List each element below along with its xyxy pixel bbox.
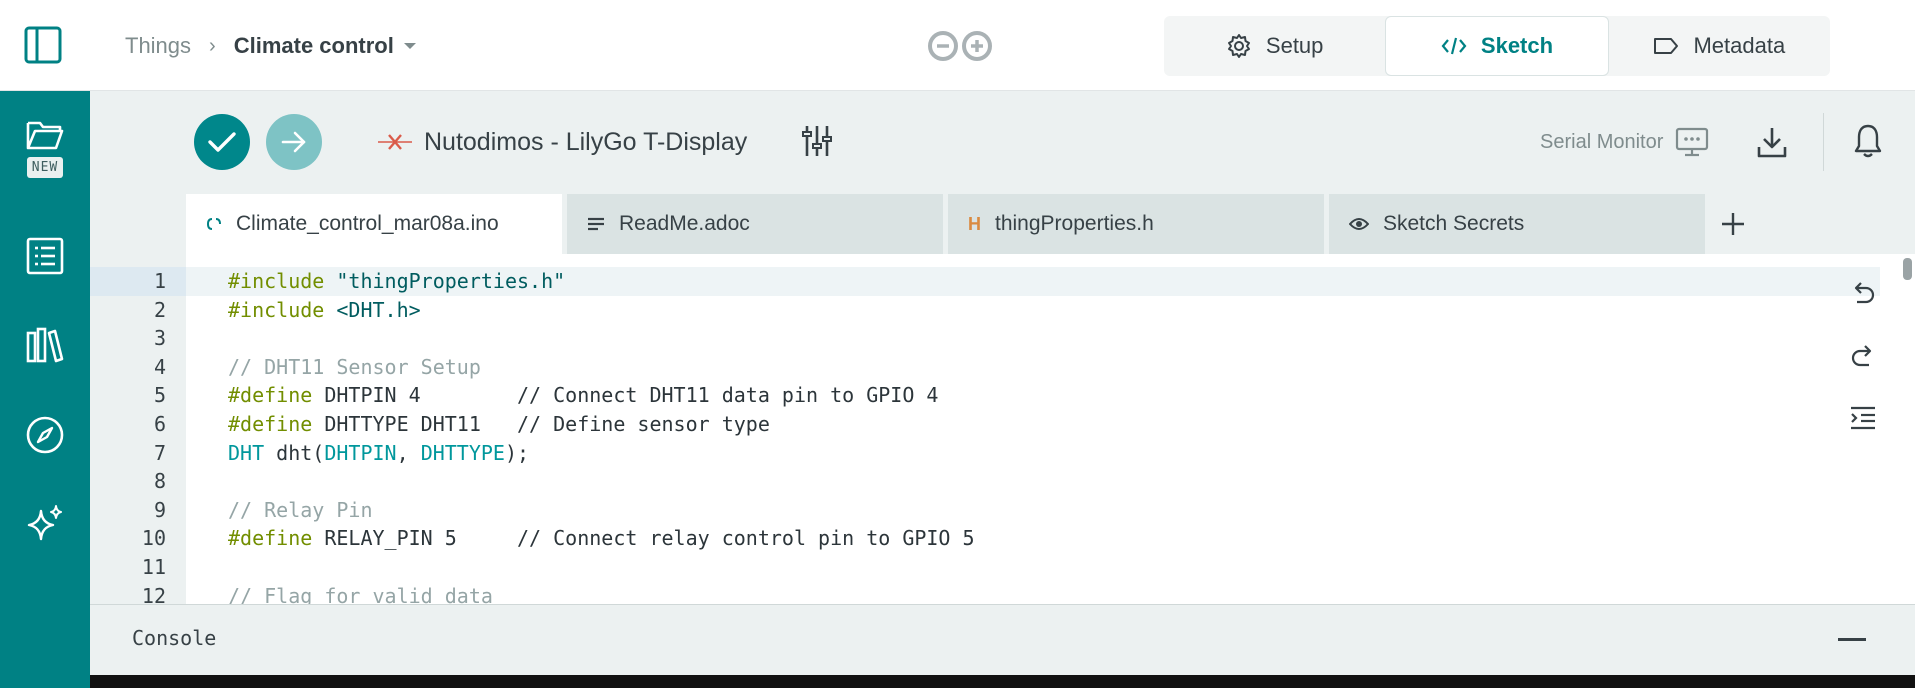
checkmark-icon (208, 132, 236, 152)
code-editor[interactable]: 1 #include "thingProperties.h" 2 #include … (90, 254, 1915, 604)
file-tab-ino-label: Climate_control_mar08a.ino (236, 212, 499, 235)
folder-icon (26, 121, 64, 150)
code-line[interactable]: 10 #define RELAY_PIN 5 // Connect relay c… (90, 524, 1880, 553)
console-output-strip (90, 675, 1915, 688)
device-disconnected-icon (378, 134, 412, 150)
device-selector[interactable]: Nutodimos - LilyGo T-Display (378, 125, 747, 159)
sidebar-toggle-icon[interactable] (24, 26, 62, 64)
line-number: 4 (153, 354, 166, 379)
line-number: 3 (153, 326, 166, 351)
file-tab-secrets-label: Sketch Secrets (1383, 212, 1525, 235)
header-file-icon: H (968, 213, 981, 234)
text-lines-icon (588, 217, 604, 231)
code-line[interactable]: 6 #define DHTTYPE DHT11 // Define sensor … (90, 410, 1880, 439)
device-name: Nutodimos - LilyGo T-Display (424, 127, 748, 156)
code-line[interactable]: 8 (90, 467, 1880, 496)
tab-setup[interactable]: Setup (1164, 16, 1385, 76)
serial-monitor-label: Serial Monitor (1540, 130, 1664, 153)
editor-scrollbar[interactable] (1900, 254, 1915, 604)
line-number: 8 (153, 469, 166, 494)
console-panel: Console (90, 604, 1915, 675)
line-number: 10 (141, 526, 166, 551)
tag-icon (1654, 38, 1679, 54)
line-number: 2 (153, 297, 166, 322)
library-icon (26, 327, 64, 363)
file-tab-readme[interactable]: ReadMe.adoc (567, 194, 943, 254)
line-number: 5 (153, 383, 166, 408)
console-title: Console (132, 626, 217, 650)
editor-tools (1845, 279, 1881, 468)
undo-icon[interactable] (1845, 279, 1881, 342)
breadcrumb: Things › Climate control (125, 30, 416, 62)
file-tabs: Climate_control_mar08a.ino ReadMe.adoc H… (186, 194, 1710, 254)
rail-sketchbook[interactable]: NEW (0, 119, 90, 178)
breadcrumb-current-thing[interactable]: Climate control (234, 33, 394, 59)
breadcrumb-separator: › (209, 34, 216, 57)
rail-libraries[interactable] (0, 327, 90, 363)
chevron-down-icon[interactable] (403, 43, 416, 49)
top-bar: Things › Climate control Setup Sketch Me… (0, 0, 1915, 91)
line-number: 1 (153, 269, 166, 293)
upload-button[interactable] (266, 114, 322, 170)
scrollbar-thumb[interactable] (1903, 258, 1912, 280)
line-number: 12 (141, 583, 166, 604)
mode-tabs: Setup Sketch Metadata (1164, 16, 1830, 76)
rail-ai-assistant[interactable] (0, 503, 90, 543)
line-number: 11 (141, 554, 166, 579)
tab-sketch[interactable]: Sketch (1385, 16, 1609, 76)
gear-icon (1227, 34, 1250, 58)
line-number: 9 (153, 497, 166, 522)
breadcrumb-things-link[interactable]: Things (125, 33, 191, 59)
code-line[interactable]: 1 #include "thingProperties.h" (90, 267, 1880, 296)
sliders-icon[interactable] (802, 124, 832, 163)
rail-examples[interactable] (0, 237, 90, 275)
tab-setup-label: Setup (1265, 33, 1324, 58)
line-number: 7 (153, 440, 166, 465)
eye-icon (1349, 218, 1369, 230)
indent-icon[interactable] (1845, 405, 1881, 468)
tab-metadata-label: Metadata (1693, 33, 1786, 58)
code-line[interactable]: 5 #define DHTPIN 4 // Connect DHT11 data … (90, 381, 1880, 410)
compass-icon (26, 416, 64, 454)
minimize-icon[interactable] (1838, 638, 1866, 641)
code-line[interactable]: 7 DHT dht(DHTPIN, DHTTYPE); (90, 439, 1880, 468)
arduino-logo-icon (925, 30, 995, 62)
list-icon (26, 237, 64, 275)
add-tab-plus-icon[interactable] (1718, 209, 1748, 239)
code-line[interactable]: 12// Flag for valid data (90, 582, 1880, 604)
download-icon[interactable] (1756, 125, 1788, 164)
tab-metadata[interactable]: Metadata (1609, 16, 1830, 76)
file-tab-readme-label: ReadMe.adoc (619, 212, 750, 235)
new-badge: NEW (26, 157, 64, 178)
sparkle-icon (27, 505, 62, 541)
rail-reference[interactable] (0, 415, 90, 455)
serial-monitor-button[interactable]: Serial Monitor (1540, 125, 1709, 159)
code-file-icon (206, 218, 221, 230)
toolbar-divider (1823, 113, 1824, 171)
file-tab-thingproperties[interactable]: H thingProperties.h (948, 194, 1324, 254)
code-line[interactable]: 4// DHT11 Sensor Setup (90, 353, 1880, 382)
code-lines: 1 #include "thingProperties.h" 2 #include … (90, 267, 1880, 604)
main-area: Nutodimos - LilyGo T-Display Serial Moni… (90, 91, 1915, 688)
file-tab-ino[interactable]: Climate_control_mar08a.ino (186, 194, 562, 254)
file-tab-thingproperties-label: thingProperties.h (995, 212, 1154, 235)
notifications-bell-icon[interactable] (1853, 123, 1883, 164)
line-number: 6 (153, 411, 166, 436)
code-icon (1441, 37, 1467, 55)
arrow-right-icon (281, 131, 306, 153)
code-line[interactable]: 11 (90, 553, 1880, 582)
verify-button[interactable] (194, 114, 250, 170)
code-line[interactable]: 2 #include <DHT.h> (90, 296, 1880, 325)
redo-icon[interactable] (1845, 342, 1881, 405)
tab-sketch-label: Sketch (1480, 33, 1554, 58)
monitor-icon (1676, 127, 1709, 157)
code-line[interactable]: 3 (90, 324, 1880, 353)
left-rail: NEW (0, 91, 90, 688)
file-tab-secrets[interactable]: Sketch Secrets (1329, 194, 1705, 254)
editor-toolbar: Nutodimos - LilyGo T-Display Serial Moni… (90, 91, 1915, 194)
code-line[interactable]: 9// Relay Pin (90, 496, 1880, 525)
